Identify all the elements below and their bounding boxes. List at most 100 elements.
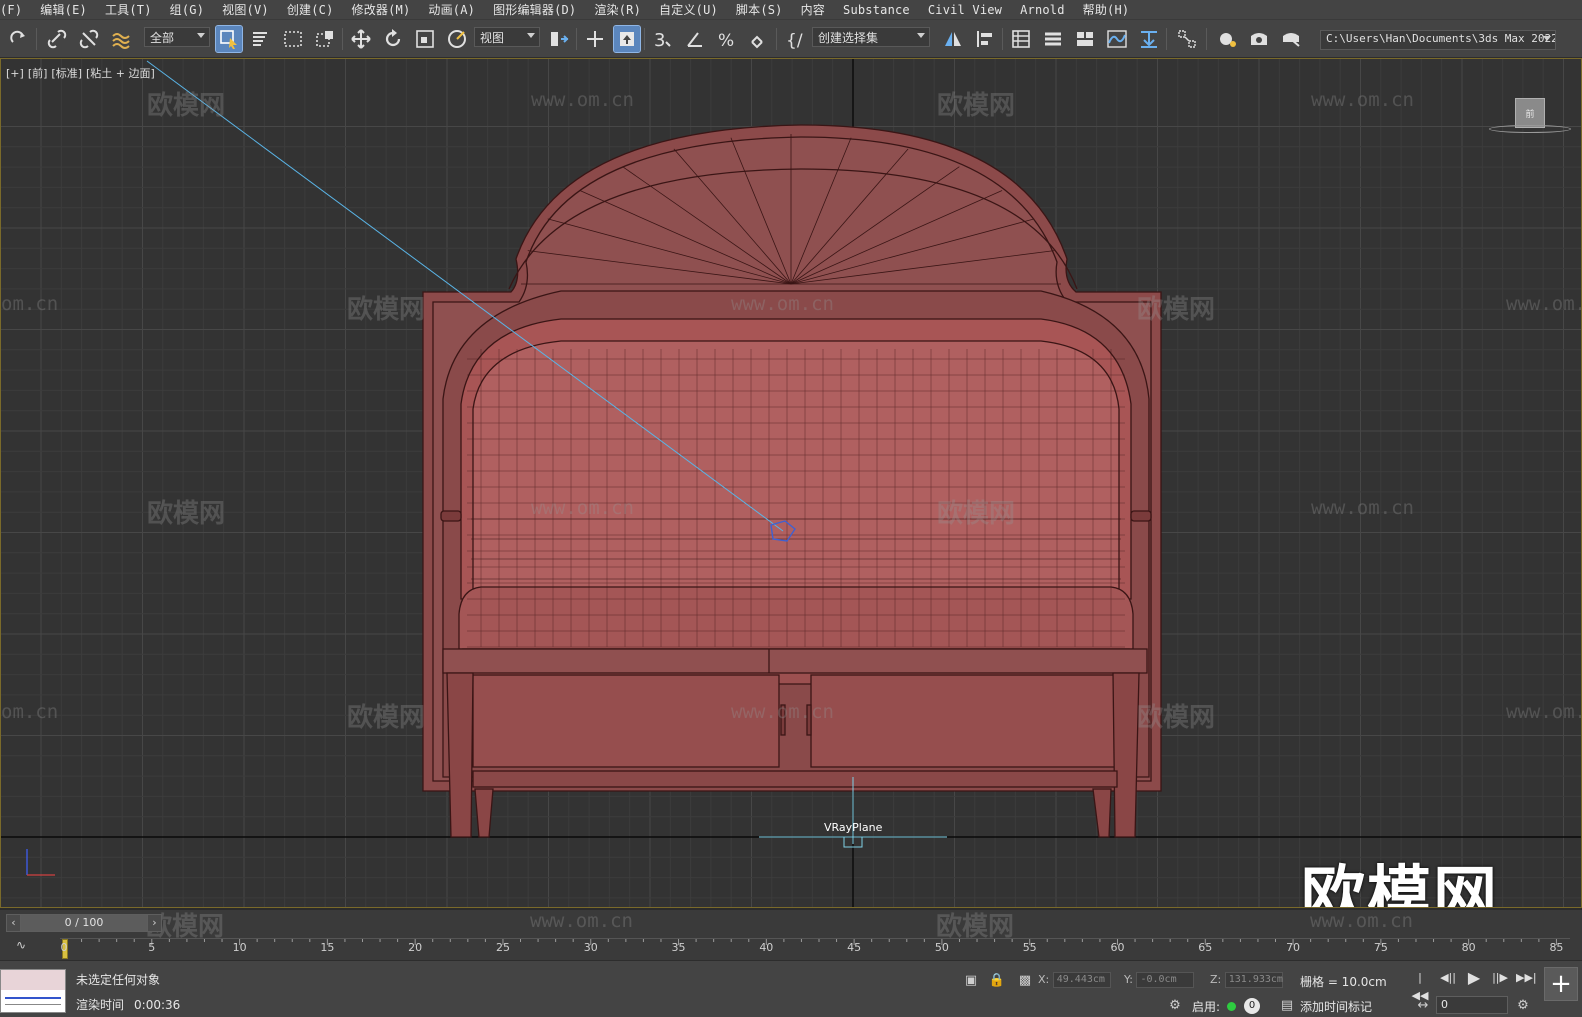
menu-item[interactable]: 组(G) — [161, 1, 213, 18]
sofa-model — [422, 124, 1162, 838]
menu-item[interactable]: Substance — [834, 3, 919, 17]
watermark: 欧模网 — [1137, 295, 1216, 325]
viewport-label[interactable]: [+] [前] [标准] [粘土 + 边面] — [6, 65, 159, 81]
x-label: X: — [1038, 973, 1050, 986]
menu-item[interactable]: 编辑(E) — [31, 1, 96, 18]
menu-item[interactable]: 视图(V) — [213, 1, 278, 18]
link-icon[interactable] — [44, 26, 70, 52]
unlink-icon[interactable] — [76, 26, 102, 52]
enable-status-dot[interactable] — [1227, 1002, 1236, 1011]
viewport-label-part[interactable]: [粘土 + 边面] — [86, 67, 155, 80]
absolute-mode-icon[interactable]: ▩ — [1016, 971, 1034, 989]
angle-snap-icon[interactable] — [682, 26, 708, 52]
go-to-start-icon[interactable]: |◀◀ — [1410, 969, 1430, 1002]
menu-item[interactable]: 图形编辑器(D) — [484, 1, 585, 18]
menu-item[interactable]: 自定义(U) — [650, 1, 727, 18]
menu-item[interactable]: (F) — [0, 3, 31, 17]
key-mode-icon[interactable]: ↔ — [1414, 996, 1432, 1014]
selection-filter-dropdown[interactable]: 全部 — [144, 27, 210, 47]
render-production-icon[interactable] — [1278, 26, 1304, 52]
add-time-tag[interactable]: 添加时间标记 — [1300, 998, 1372, 1015]
layer-explorer-icon[interactable] — [1040, 26, 1066, 52]
edit-named-selection-icon[interactable]: {/ — [782, 26, 808, 52]
rendered-frame-window-icon[interactable] — [1246, 26, 1272, 52]
menu-item[interactable]: 创建(C) — [278, 1, 343, 18]
named-selection-dropdown[interactable]: 创建选择集 — [812, 27, 930, 47]
viewcube-ring[interactable] — [1489, 125, 1571, 133]
move-icon[interactable] — [348, 26, 374, 52]
reference-coord-dropdown[interactable]: 视图 — [474, 27, 540, 47]
y-label: Y: — [1124, 973, 1133, 986]
play-icon[interactable]: ▶ — [1464, 969, 1484, 987]
adaptive-degradation-icon[interactable]: ⚙ — [1166, 996, 1184, 1014]
viewcube[interactable]: 前 — [1515, 98, 1545, 128]
watermark-url: om.cn — [1, 293, 59, 315]
y-coordinate-field[interactable]: -0.0cm — [1136, 972, 1195, 988]
watermark: 欧模网 — [347, 703, 426, 733]
maxscript-mini-listener[interactable] — [0, 969, 66, 1013]
add-button[interactable]: + — [1544, 967, 1578, 1001]
menu-item[interactable]: 工具(T) — [96, 1, 161, 18]
window-crossing-icon[interactable] — [312, 26, 338, 52]
select-manipulate-icon[interactable] — [582, 26, 608, 52]
x-coordinate-field[interactable]: 49.443cm — [1052, 972, 1111, 988]
scene-explorer-icon[interactable] — [1008, 26, 1034, 52]
timeline-tick-label: 85 — [1549, 941, 1564, 954]
lock-icon[interactable]: 🔒 — [988, 971, 1006, 989]
menu-item[interactable]: Civil View — [919, 3, 1011, 17]
time-tag-icon[interactable]: ▤ — [1278, 996, 1296, 1014]
viewport-label-part[interactable]: [标准] — [51, 67, 82, 80]
viewport-label-part[interactable]: [前] — [28, 67, 48, 80]
place-icon[interactable] — [444, 26, 470, 52]
menu-item[interactable]: 帮助(H) — [1074, 1, 1139, 18]
select-by-name-icon[interactable] — [248, 26, 274, 52]
timeline-tick-label: 35 — [671, 941, 686, 954]
percent-snap-icon[interactable]: % — [714, 26, 740, 52]
project-path-field[interactable]: C:\Users\Han\Documents\3ds Max 2022 — [1320, 30, 1556, 50]
align-icon[interactable] — [972, 26, 998, 52]
timeline-track[interactable]: 0 5 10 15 20 25 30 35 40 45 50 55 60 65 70 75 80 85 — [60, 938, 1570, 960]
time-slider-thumb[interactable]: 0 / 100 — [21, 915, 147, 931]
material-editor-icon[interactable] — [1174, 26, 1200, 52]
bind-space-warp-icon[interactable] — [108, 26, 134, 52]
viewport-label-part[interactable]: [+] — [6, 67, 24, 80]
menu-item[interactable]: 渲染(R) — [585, 1, 650, 18]
front-viewport[interactable]: [+] [前] [标准] [粘土 + 边面] 欧模网 www.om.cn 欧模网 ww… — [0, 58, 1582, 908]
watermark: 欧模网 — [147, 91, 226, 121]
menu-item[interactable]: 修改器(M) — [343, 1, 420, 18]
isolate-selection-icon[interactable]: ▣ — [962, 971, 980, 989]
z-coordinate: Z: 131.933cm — [1210, 972, 1283, 988]
menu-item[interactable]: 脚本(S) — [727, 1, 792, 18]
rectangular-selection-icon[interactable] — [280, 26, 306, 52]
next-frame-icon[interactable]: › — [147, 915, 161, 931]
toggle-ribbon-icon[interactable] — [1072, 26, 1098, 52]
curve-editor-mini-icon[interactable]: ∿ — [16, 938, 38, 956]
keyboard-shortcut-override-icon[interactable] — [613, 25, 641, 53]
timeline: 欧模网 www.om.cn 欧模网 www.om.cn ‹ 0 / 100 › … — [0, 910, 1582, 960]
scale-icon[interactable] — [412, 26, 438, 52]
pivot-center-icon[interactable] — [546, 26, 572, 52]
next-key-icon[interactable]: ||▶ — [1490, 969, 1510, 987]
menu-item[interactable]: 内容 — [792, 1, 834, 18]
previous-frame-icon[interactable]: ‹ — [7, 915, 21, 931]
rotate-icon[interactable] — [380, 26, 406, 52]
schematic-view-icon[interactable] — [1136, 26, 1162, 52]
svg-text:3: 3 — [654, 30, 665, 50]
render-setup-icon[interactable] — [1214, 26, 1240, 52]
spinner-snap-icon[interactable] — [746, 26, 772, 52]
curve-editor-icon[interactable] — [1104, 26, 1130, 52]
enable-count-badge[interactable]: 0 — [1244, 998, 1260, 1014]
snaps-toggle-icon[interactable]: 3 — [650, 26, 676, 52]
menu-item[interactable]: Arnold — [1011, 3, 1074, 17]
mirror-icon[interactable] — [940, 26, 966, 52]
z-coordinate-field[interactable]: 131.933cm — [1224, 972, 1283, 988]
timeline-tick-label: 15 — [320, 941, 335, 954]
previous-key-icon[interactable]: ◀|| — [1438, 969, 1458, 987]
time-configuration-icon[interactable]: ⚙ — [1514, 996, 1532, 1014]
time-slider[interactable]: ‹ 0 / 100 › — [6, 914, 162, 932]
go-to-end-icon[interactable]: ▶▶| — [1516, 969, 1537, 987]
menu-item[interactable]: 动画(A) — [419, 1, 484, 18]
current-frame-field[interactable]: 0 — [1436, 996, 1508, 1014]
redo-icon[interactable] — [6, 26, 32, 52]
select-object-icon[interactable] — [215, 25, 243, 53]
